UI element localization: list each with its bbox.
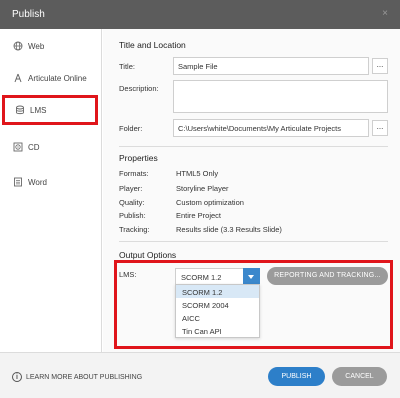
publish-value: Entire Project (176, 211, 222, 220)
lms-select[interactable]: SCORM 1.2 (175, 268, 260, 285)
sidebar: Web Articulate Online LMS CD Word (0, 29, 102, 352)
chevron-down-icon[interactable] (243, 268, 260, 285)
sidebar-item-label: Articulate Online (28, 73, 87, 83)
sidebar-item-label: CD (28, 142, 40, 152)
document-icon (13, 177, 23, 187)
sidebar-item-web[interactable]: Web (0, 31, 102, 61)
disc-icon (13, 142, 23, 152)
cancel-button[interactable]: CANCEL (332, 367, 387, 386)
tracking-value: Results slide (3.3 Results Slide) (176, 225, 282, 234)
title-browse-button[interactable]: ... (372, 58, 388, 74)
lms-option-aicc[interactable]: AICC (176, 311, 259, 324)
sidebar-item-word[interactable]: Word (0, 167, 102, 197)
player-label: Player: (119, 184, 143, 193)
divider (119, 146, 388, 147)
lms-option-scorm-12[interactable]: SCORM 1.2 (176, 285, 259, 298)
sidebar-item-label: Web (28, 41, 45, 51)
output-options-heading: Output Options (119, 250, 177, 260)
folder-label: Folder: (119, 124, 143, 133)
divider (119, 241, 388, 242)
lms-dropdown-list: SCORM 1.2 SCORM 2004 AICC Tin Can API (175, 284, 260, 338)
sidebar-item-cd[interactable]: CD (0, 132, 102, 162)
properties-heading: Properties (119, 153, 158, 163)
formats-label: Formats: (119, 169, 149, 178)
sidebar-item-label: LMS (30, 105, 47, 115)
publish-label: Publish: (119, 211, 146, 220)
folder-field[interactable]: C:\Users\white\Documents\My Articulate P… (173, 119, 369, 137)
tracking-label: Tracking: (119, 225, 150, 234)
quality-label: Quality: (119, 198, 145, 207)
lms-option-tin-can-api[interactable]: Tin Can API (176, 324, 259, 337)
sidebar-item-articulate-online[interactable]: Articulate Online (0, 63, 102, 93)
close-icon[interactable]: × (382, 8, 388, 19)
lms-selected-value: SCORM 1.2 (181, 273, 222, 282)
learn-more-link[interactable]: i LEARN MORE ABOUT PUBLISHING (12, 372, 142, 382)
info-icon: i (12, 372, 22, 382)
publish-button[interactable]: PUBLISH (268, 367, 325, 386)
sidebar-item-label: Word (28, 177, 47, 187)
title-location-heading: Title and Location (119, 40, 186, 50)
sidebar-item-lms[interactable]: LMS (2, 95, 98, 125)
reporting-and-tracking-button[interactable]: REPORTING AND TRACKING... (267, 267, 388, 285)
window-title: Publish (12, 9, 45, 20)
database-icon (15, 105, 25, 115)
description-label: Description: (119, 84, 159, 93)
lms-option-scorm-2004[interactable]: SCORM 2004 (176, 298, 259, 311)
title-bar: Publish × (0, 0, 400, 29)
learn-more-label: LEARN MORE ABOUT PUBLISHING (26, 373, 143, 381)
articulate-online-icon (13, 73, 23, 83)
lms-label: LMS: (119, 270, 137, 279)
description-field[interactable] (173, 80, 388, 113)
formats-value: HTML5 Only (176, 169, 219, 178)
footer: i LEARN MORE ABOUT PUBLISHING PUBLISH CA… (0, 352, 400, 398)
title-field[interactable]: Sample File (173, 57, 369, 75)
player-value: Storyline Player (176, 184, 229, 193)
quality-value: Custom optimization (176, 198, 244, 207)
globe-icon (13, 41, 23, 51)
title-label: Title: (119, 62, 135, 71)
folder-browse-button[interactable]: ... (372, 120, 388, 136)
